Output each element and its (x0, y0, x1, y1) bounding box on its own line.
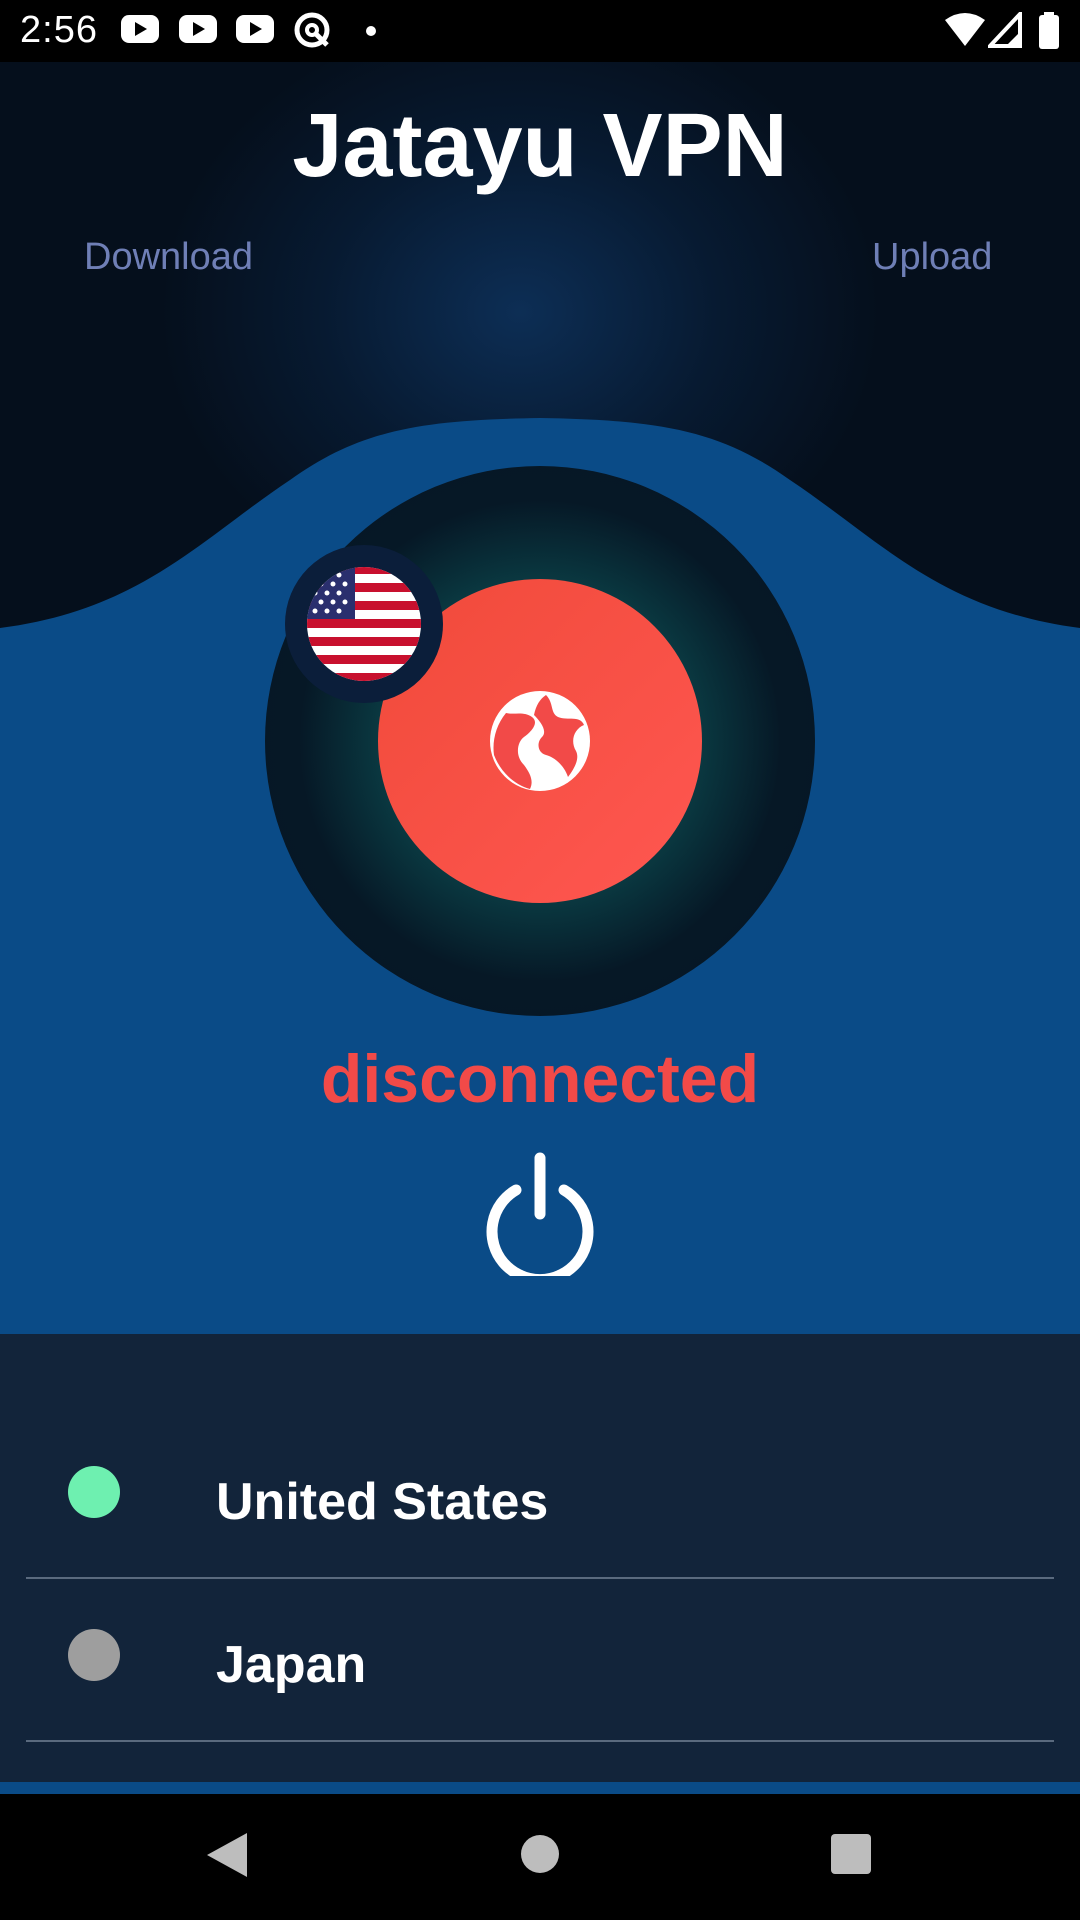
status-dot (68, 1629, 120, 1681)
us-flag-icon (307, 567, 421, 681)
server-name: United States (216, 1473, 549, 1531)
bottom-accent-bar (0, 1782, 1080, 1794)
power-icon (486, 1152, 594, 1286)
app-screen: 2:56 Jatayu VPN Download Upload disconne… (0, 0, 1080, 1920)
app-title: Jatayu VPN (292, 96, 788, 196)
recents-icon[interactable] (831, 1834, 871, 1874)
server-list: United States Japan (0, 1334, 1080, 1784)
home-icon[interactable] (520, 1834, 560, 1874)
power-button[interactable] (480, 1152, 600, 1286)
server-item-japan[interactable]: Japan (26, 1579, 1054, 1742)
download-label: Download (84, 236, 253, 278)
globe-icon (490, 691, 590, 791)
selected-flag-button[interactable] (285, 545, 443, 703)
connection-status: disconnected (320, 1041, 760, 1117)
server-item-united-states[interactable]: United States (26, 1416, 1054, 1579)
server-name: Japan (216, 1636, 367, 1694)
status-dot (68, 1466, 120, 1518)
back-icon[interactable] (203, 1830, 249, 1880)
navigation-bar (0, 1794, 1080, 1920)
upload-label: Upload (872, 236, 993, 278)
